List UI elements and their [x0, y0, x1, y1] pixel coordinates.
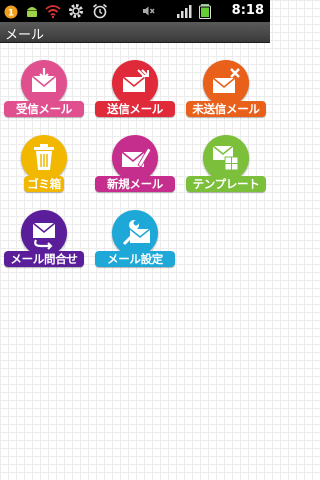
status-time: 8:18 [231, 3, 264, 18]
mail-settings-icon [112, 210, 158, 256]
template-icon [203, 135, 249, 181]
sent-mail-button[interactable]: 送信メール [93, 50, 177, 117]
signal-icon [176, 3, 192, 19]
notification-icon: 1 [3, 3, 19, 19]
new-mail-icon [112, 135, 158, 181]
new-mail-button[interactable]: 新規メール [93, 125, 177, 192]
title-bar: メール [0, 22, 270, 43]
unsent-mail-label: 未送信メール [186, 101, 266, 117]
mail-inquiry-label: メール問合せ [4, 251, 84, 267]
battery-icon [197, 3, 213, 19]
trash-icon [21, 135, 67, 181]
inbox-mail-label: 受信メール [4, 101, 84, 117]
mail-inquiry-icon [21, 210, 67, 256]
alarm-icon [92, 3, 108, 19]
mute-icon [140, 3, 156, 19]
mail-settings-label: メール設定 [95, 251, 175, 267]
mail-inquiry-button[interactable]: メール問合せ [2, 200, 86, 267]
inbox-mail-icon [21, 60, 67, 106]
sent-mail-icon [112, 60, 158, 106]
page-title: メール [5, 28, 45, 43]
settings-icon [68, 3, 84, 19]
mail-menu-grid: 受信メール 送信メール 未送信メール ゴミ箱 新規メール テンプレート メール問… [0, 42, 270, 480]
trash-label: ゴミ箱 [24, 176, 64, 192]
svg-text:1: 1 [8, 9, 14, 19]
wifi-icon [45, 3, 61, 19]
new-mail-label: 新規メール [95, 176, 175, 192]
template-button[interactable]: テンプレート [184, 125, 268, 192]
inbox-mail-button[interactable]: 受信メール [2, 50, 86, 117]
template-label: テンプレート [186, 176, 266, 192]
trash-button[interactable]: ゴミ箱 [2, 125, 86, 192]
android-icon [24, 3, 40, 19]
unsent-mail-button[interactable]: 未送信メール [184, 50, 268, 117]
sent-mail-label: 送信メール [95, 101, 175, 117]
status-bar: 1 8:18 [0, 0, 270, 22]
unsent-mail-icon [203, 60, 249, 106]
mail-settings-button[interactable]: メール設定 [93, 200, 177, 267]
